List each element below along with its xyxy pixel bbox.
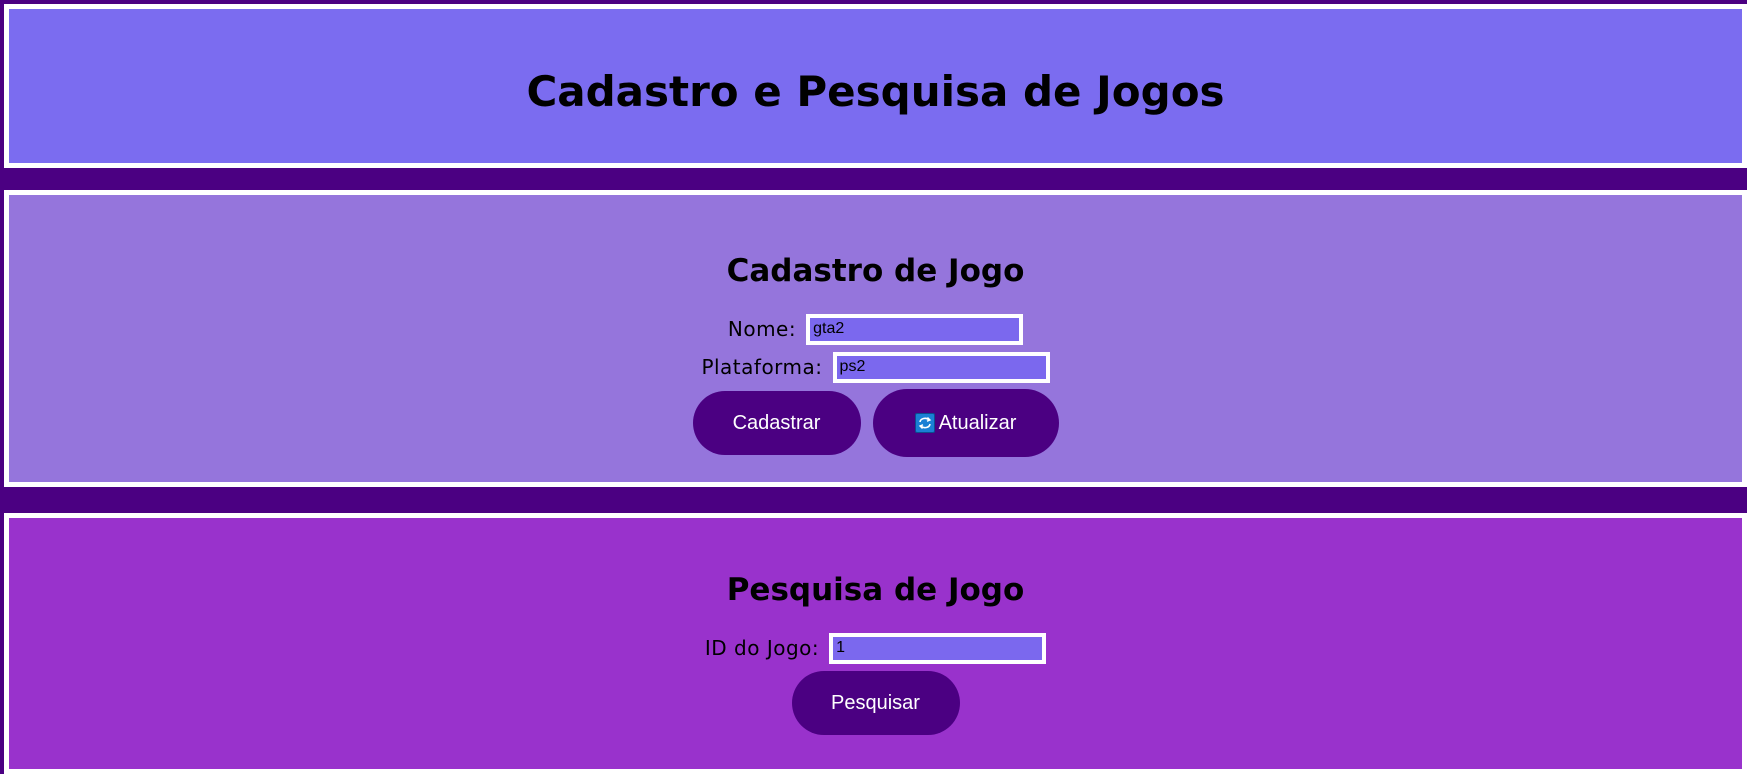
atualizar-button[interactable]: Atualizar [872, 389, 1059, 457]
pesquisa-title: Pesquisa de Jogo [726, 572, 1025, 608]
plataforma-input[interactable] [832, 351, 1050, 383]
id-row: ID do Jogo: [9, 631, 1742, 665]
nome-input[interactable] [806, 313, 1024, 345]
plataforma-label: Plataforma: [701, 355, 823, 379]
header-panel: Cadastro e Pesquisa de Jogos [4, 4, 1747, 168]
pesquisar-button[interactable]: Pesquisar [791, 671, 960, 735]
id-input[interactable] [829, 632, 1047, 664]
cadastro-section: Cadastro de Jogo Nome: Plataforma: Cadas… [4, 190, 1747, 487]
refresh-icon [914, 413, 935, 433]
plataforma-row: Plataforma: [9, 350, 1742, 384]
id-label: ID do Jogo: [704, 636, 820, 660]
page-title: Cadastro e Pesquisa de Jogos [526, 67, 1225, 116]
cadastro-buttons: Cadastrar Atualizar [9, 389, 1742, 457]
nome-row: Nome: [9, 312, 1742, 346]
nome-label: Nome: [727, 317, 797, 341]
pesquisa-buttons: Pesquisar [9, 671, 1742, 735]
cadastro-title: Cadastro de Jogo [726, 253, 1025, 289]
pesquisa-section: Pesquisa de Jogo ID do Jogo: Pesquisar [4, 513, 1747, 774]
atualizar-label: Atualizar [938, 411, 1017, 434]
cadastrar-button[interactable]: Cadastrar [692, 391, 861, 455]
